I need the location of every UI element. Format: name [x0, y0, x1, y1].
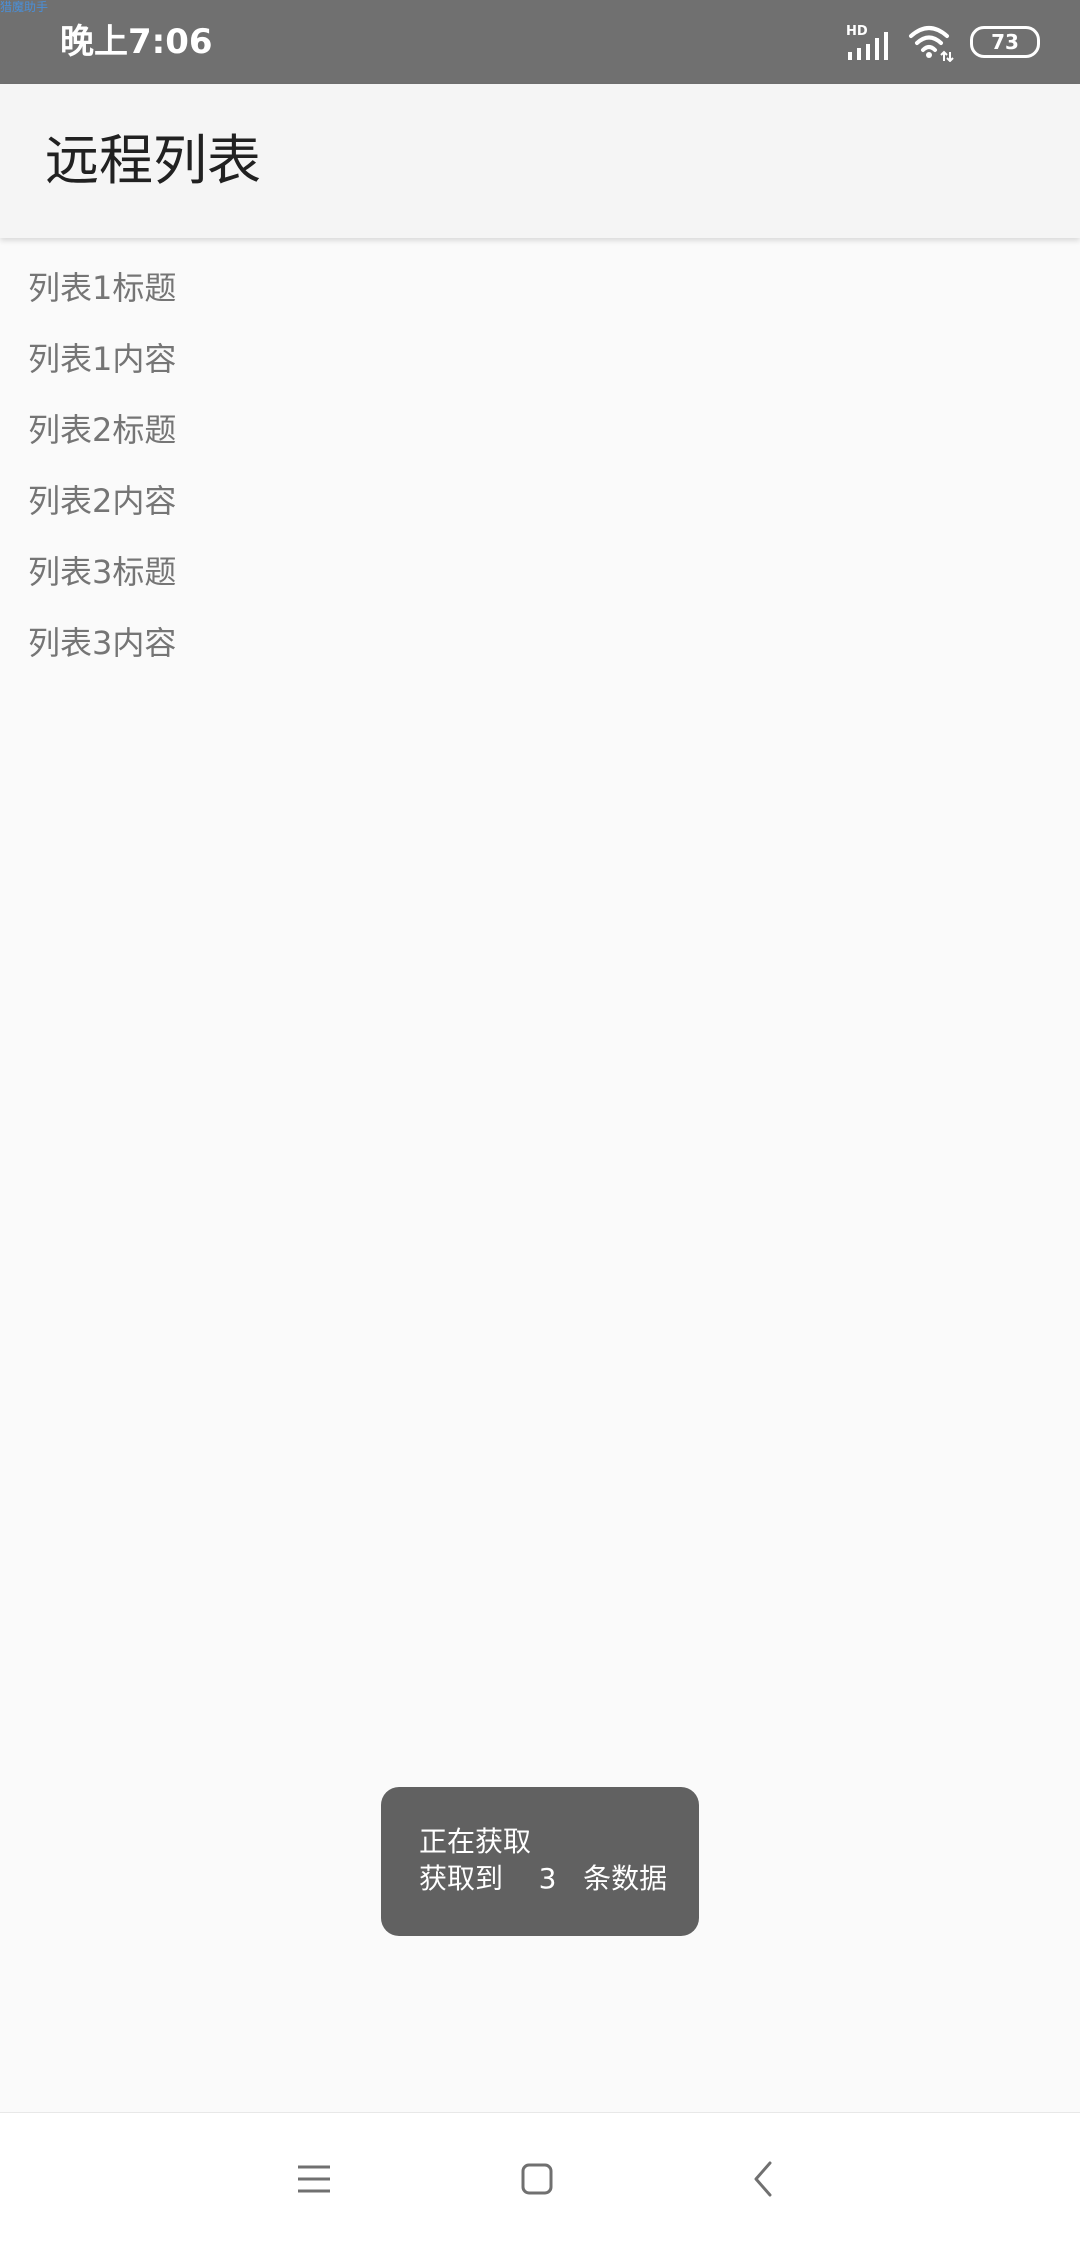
toast-message: 正在获取 获取到 3 条数据: [381, 1787, 699, 1936]
overlay-tag: 猎魔助手: [0, 0, 49, 14]
wifi-icon: [909, 26, 954, 62]
back-icon: [754, 2161, 772, 2197]
menu-button[interactable]: [278, 2143, 350, 2215]
status-bar: 晚上7:06 HD 73: [0, 0, 1080, 84]
home-button[interactable]: [501, 2143, 573, 2215]
battery-level: 73: [991, 30, 1019, 54]
toast-line-2: 获取到 3 条数据: [419, 1862, 668, 1895]
page-title: 远程列表: [45, 129, 261, 192]
status-time: 晚上7:06: [60, 22, 213, 62]
menu-icon: [298, 2165, 330, 2193]
svg-text:HD: HD: [846, 24, 868, 39]
list-item-1-title: 列表1标题: [28, 269, 177, 307]
signal-icon: HD: [846, 24, 888, 60]
navigation-bar: [0, 2112, 1080, 2245]
app-bar: 远程列表: [0, 84, 1080, 238]
list-item-3-content: 列表3内容: [28, 624, 177, 662]
list-item-1-content: 列表1内容: [28, 340, 177, 378]
list-item-2-title: 列表2标题: [28, 411, 177, 449]
battery-icon: 73: [970, 26, 1040, 58]
list-item-2-content: 列表2内容: [28, 482, 177, 520]
toast-line-1: 正在获取: [419, 1825, 532, 1858]
home-icon: [521, 2163, 553, 2195]
list-item-3-title: 列表3标题: [28, 553, 177, 591]
status-icons: HD 73: [844, 18, 1040, 66]
back-button[interactable]: [728, 2143, 800, 2215]
